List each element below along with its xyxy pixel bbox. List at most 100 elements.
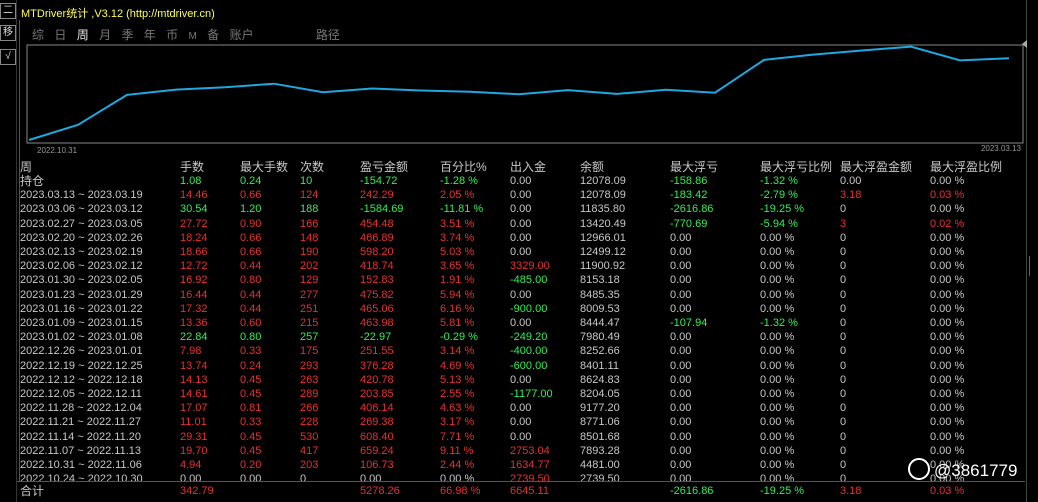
cell-max-float-profit: 0.00 <box>840 175 862 187</box>
table-row[interactable]: 2023.02.13 ~ 2023.02.19 18.66 0.66 190 598.2… <box>17 245 1025 259</box>
cell-pnl: 454.48 <box>360 217 394 230</box>
watermark-text: @3861779 <box>934 461 1018 480</box>
cell-max-lots: 0.33 <box>240 345 262 358</box>
cell-max-lots: 0.45 <box>240 430 262 443</box>
tab-month[interactable]: 月 <box>99 26 111 43</box>
table-row[interactable]: 2022.10.31 ~ 2022.11.06 4.94 0.20 203 106.73… <box>17 458 1025 472</box>
cell-week: 持仓 <box>20 174 45 188</box>
cell-count: 188 <box>300 203 319 216</box>
cell-lots: 17.07 <box>180 402 208 415</box>
cell-week: 2023.02.13 ~ 2023.02.19 <box>20 246 143 258</box>
cell-max-float-loss: 0.00 <box>670 288 692 301</box>
table-row[interactable]: 2023.03.13 ~ 2023.03.19 14.46 0.66 124 242.2… <box>17 188 1025 202</box>
edge-button-2[interactable]: 移 <box>0 25 16 41</box>
table-row[interactable]: 2023.02.06 ~ 2023.02.12 12.72 0.44 202 418.7… <box>17 259 1025 273</box>
table-row[interactable]: 2023.03.06 ~ 2023.03.12 30.54 1.20 188 -1584… <box>17 202 1025 216</box>
total-max-float-profit: 3.18 <box>840 485 862 497</box>
table-row[interactable]: 2022.11.07 ~ 2022.11.13 19.70 0.45 417 659.2… <box>17 444 1025 458</box>
cell-lots: 17.32 <box>180 302 208 315</box>
cell-pnl: -154.72 <box>360 175 398 187</box>
cell-percent: 6.16 % <box>440 302 475 315</box>
cell-max-float-loss: 0.00 <box>670 331 692 344</box>
title-bar: MTDriver统计 ,V3.12 (http://mtdriver.cn) <box>17 0 1038 22</box>
cell-max-float-profit: 0 <box>840 331 847 344</box>
cell-max-float-loss: -2616.86 <box>670 203 714 216</box>
cell-week: 2022.12.19 ~ 2022.12.25 <box>20 359 143 372</box>
table-row[interactable]: 2022.12.26 ~ 2023.01.01 7.98 0.33 175 251.55… <box>17 344 1025 358</box>
cell-week: 2022.12.05 ~ 2022.12.11 <box>20 388 142 400</box>
cell-max-float-loss-pct: 0.00 % <box>760 373 795 386</box>
cell-percent: 5.13 % <box>440 373 475 386</box>
cell-max-lots: 0.44 <box>240 288 262 301</box>
table-row[interactable]: 2023.02.20 ~ 2023.02.26 18.24 0.66 148 466.8… <box>17 231 1025 245</box>
header-balance[interactable]: 余额 <box>580 160 604 174</box>
cell-percent: 2.55 % <box>440 388 475 400</box>
cell-max-lots: 0.20 <box>240 459 262 471</box>
cell-deposit: 0.00 <box>510 402 532 415</box>
table-row[interactable]: 2023.02.27 ~ 2023.03.05 27.72 0.90 166 454.4… <box>17 217 1025 231</box>
cell-max-float-loss-pct: -19.25 % <box>760 203 805 216</box>
tab-year[interactable]: 年 <box>144 26 156 43</box>
cell-pnl: 466.89 <box>360 231 394 244</box>
cell-max-float-profit: 0 <box>840 288 847 301</box>
cell-max-float-loss: 0.00 <box>670 302 692 315</box>
header-percent[interactable]: 百分比% <box>440 160 487 174</box>
edge-button-3[interactable]: √ <box>0 49 16 65</box>
tab-path[interactable]: 路径 <box>316 26 340 43</box>
tab-week[interactable]: 周 <box>77 26 89 43</box>
table-row[interactable]: 2023.01.16 ~ 2023.01.22 17.32 0.44 251 465.0… <box>17 302 1025 316</box>
cell-max-float-profit-pct: 0.00 % <box>930 302 965 315</box>
tab-account[interactable]: 账户 <box>230 26 254 43</box>
cell-percent: 4.63 % <box>440 402 475 415</box>
table-row[interactable]: 2023.01.02 ~ 2023.01.08 22.84 0.80 257 -22.9… <box>17 330 1025 344</box>
table-row[interactable]: 2022.12.12 ~ 2022.12.18 14.13 0.45 263 420.7… <box>17 373 1025 387</box>
cell-percent: 3.65 % <box>440 260 475 273</box>
header-max-float-loss-pct[interactable]: 最大浮亏比例 <box>760 160 832 174</box>
table-row[interactable]: 2022.11.28 ~ 2022.12.04 17.07 0.81 266 406.1… <box>17 401 1025 415</box>
tab-currency[interactable]: 币 <box>166 26 178 43</box>
header-pnl[interactable]: 盈亏金额 <box>360 160 408 174</box>
cell-percent: 5.03 % <box>440 246 475 258</box>
cell-pnl: 152.83 <box>360 274 394 287</box>
header-count[interactable]: 次数 <box>300 160 324 174</box>
header-deposit[interactable]: 出入金 <box>510 160 546 174</box>
cell-max-float-profit-pct: 0.00 % <box>930 331 965 344</box>
total-lots: 342.79 <box>180 485 214 497</box>
table-row[interactable]: 2022.11.21 ~ 2022.11.27 11.01 0.33 228 269.3… <box>17 415 1025 429</box>
tab-day[interactable]: 日 <box>54 26 66 43</box>
tab-summary[interactable]: 综 <box>32 26 44 43</box>
cell-max-lots: 0.81 <box>240 402 262 415</box>
cell-max-float-loss: 0.00 <box>670 345 692 358</box>
cell-pnl: 475.82 <box>360 288 394 301</box>
cell-week: 2023.01.23 ~ 2023.01.29 <box>20 288 143 301</box>
cell-max-float-loss: 0.00 <box>670 459 692 471</box>
cell-max-float-loss-pct: -5.94 % <box>760 217 798 230</box>
table-row[interactable]: 2022.12.19 ~ 2022.12.25 13.74 0.24 293 376.2… <box>17 359 1025 373</box>
table-row[interactable]: 2022.12.05 ~ 2022.12.11 14.61 0.45 289 203.8… <box>17 387 1025 401</box>
tab-quarter[interactable]: 季 <box>121 26 133 43</box>
table-row[interactable]: 2023.01.23 ~ 2023.01.29 16.44 0.44 277 475.8… <box>17 288 1025 302</box>
cell-max-float-loss-pct: -1.32 % <box>760 317 798 329</box>
header-lots[interactable]: 手数 <box>180 160 204 174</box>
table-row[interactable]: 2022.11.14 ~ 2022.11.20 29.31 0.45 530 608.4… <box>17 430 1025 444</box>
header-max-float-loss[interactable]: 最大浮亏 <box>670 160 718 174</box>
header-max-float-profit-pct[interactable]: 最大浮盈比例 <box>930 160 1002 174</box>
header-max-float-profit[interactable]: 最大浮盈金额 <box>840 160 912 174</box>
table-row[interactable]: 2023.01.09 ~ 2023.01.15 13.36 0.60 215 463.9… <box>17 316 1025 330</box>
header-week[interactable]: 周 <box>20 160 32 174</box>
cell-max-lots: 0.66 <box>240 189 262 202</box>
table-row[interactable]: 持仓 1.08 0.24 10 -154.72 -1.28 % 0.00 12078.09 -1… <box>17 174 1025 188</box>
cell-max-float-loss: 0.00 <box>670 274 692 287</box>
tab-notes[interactable]: 备 <box>207 26 219 43</box>
cell-max-float-profit-pct: 0.00 % <box>930 444 965 457</box>
table-row[interactable]: 2023.01.30 ~ 2023.02.05 16.92 0.80 129 152.8… <box>17 273 1025 287</box>
cell-percent: 2.44 % <box>440 459 475 471</box>
period-tabs: 综 日 周 月 季 年 币 M 备 账户 路径 <box>32 26 347 42</box>
edge-button-1[interactable]: 二 <box>0 3 16 19</box>
total-separator <box>17 481 1025 482</box>
cell-percent: 3.14 % <box>440 345 475 358</box>
cell-percent: -1.28 % <box>440 175 478 187</box>
tab-m[interactable]: M <box>189 31 197 42</box>
header-max-lots[interactable]: 最大手数 <box>240 160 288 174</box>
cell-balance: 8501.68 <box>580 430 620 443</box>
